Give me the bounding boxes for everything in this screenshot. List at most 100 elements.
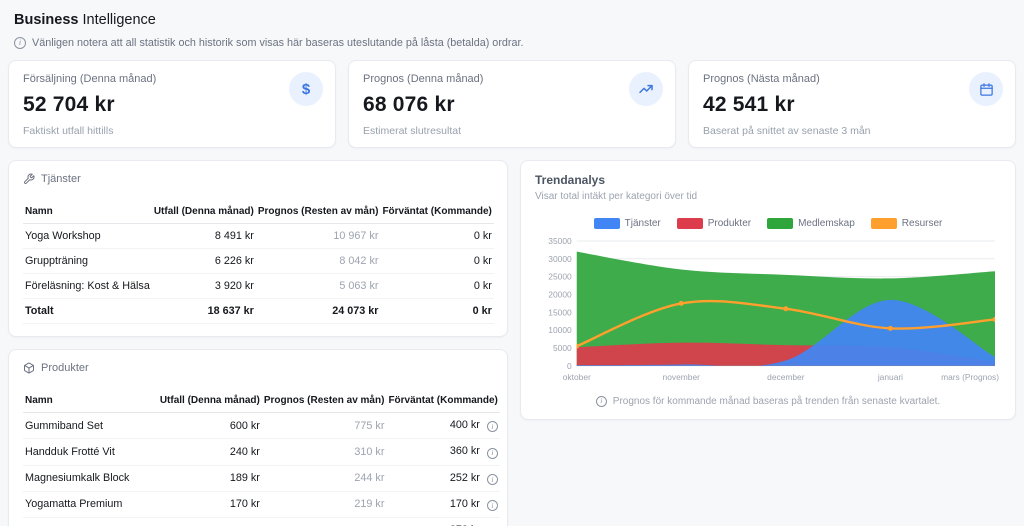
legend-item[interactable]: Tjänster — [593, 218, 661, 229]
kpi-sub: Estimerat slutresultat — [363, 125, 462, 137]
column-header: Prognos (Resten av mån) — [255, 200, 381, 224]
legend-swatch — [593, 218, 620, 229]
svg-text:30000: 30000 — [548, 254, 572, 264]
cell-name: Gummiband Set — [23, 412, 158, 440]
cell-prognos: 24 073 kr — [255, 298, 381, 324]
legend-label: Resurser — [901, 218, 943, 229]
chart-footnote-text: Prognos för kommande månad baseras på tr… — [612, 395, 941, 407]
kpi-sub: Faktiskt utfall hittills — [23, 125, 114, 137]
table-row: Lyftremmar Läder 160 kr 207 kr 373 kr i — [23, 517, 500, 526]
cell-forvantat: 400 kr i — [386, 412, 500, 440]
main-content: Tjänster Namn Utfall (Denna månad) Prognos… — [8, 160, 1016, 526]
svg-text:10000: 10000 — [548, 325, 572, 335]
column-header: Namn — [23, 389, 158, 413]
cell-utfall: 170 kr — [157, 491, 262, 519]
cell-forvantat: 360 kr i — [386, 438, 500, 466]
cell-name: Lyftremmar Läder — [23, 517, 158, 526]
right-column: Trendanalys Visar total intäkt per kateg… — [520, 160, 1016, 420]
kpi-sub: Baserat på snittet av senaste 3 mån — [703, 125, 871, 137]
table-row: Yoga Workshop 8 491 kr 10 967 kr 0 kr — [23, 223, 494, 249]
legend-label: Medlemskap — [798, 218, 855, 229]
products-card-header: Produkter — [23, 362, 493, 374]
cell-utfall: 189 kr — [157, 465, 262, 492]
cell-name: Föreläsning: Kost & Hälsa — [23, 273, 152, 299]
legend-item[interactable]: Produkter — [676, 218, 752, 229]
services-table-header-row: Namn Utfall (Denna månad) Prognos (Resten … — [23, 200, 494, 224]
svg-text:25000: 25000 — [548, 272, 572, 282]
info-icon: i — [595, 395, 607, 407]
cell-prognos: 775 kr — [261, 412, 387, 440]
page-title: Business Intelligence — [14, 12, 1010, 28]
trend-up-icon — [629, 72, 663, 106]
cell-name: Yoga Workshop — [23, 223, 152, 249]
cell-forvantat: 0 kr — [380, 273, 494, 299]
cell-forvantat: 0 kr — [380, 298, 494, 324]
svg-text:januari: januari — [877, 372, 903, 382]
services-table-body: Yoga Workshop 8 491 kr 10 967 kr 0 kr Gr… — [23, 223, 494, 324]
cell-prognos: 310 kr — [261, 438, 387, 466]
services-card-header: Tjänster — [23, 173, 493, 185]
trend-chart-svg: 0 5000 10000 15000 20000 25000 30000 35000 oktob… — [548, 236, 999, 382]
cell-name: Totalt — [23, 298, 152, 324]
kpi-card-forecast-current: Prognos (Denna månad) 68 076 kr Estimera… — [348, 60, 676, 148]
products-table-body: Gummiband Set 600 kr 775 kr 400 kr i Han… — [23, 412, 500, 526]
svg-text:35000: 35000 — [548, 236, 572, 246]
cell-prognos: 219 kr — [261, 491, 387, 519]
kpi-value: 52 704 kr — [23, 93, 115, 116]
services-card-title: Tjänster — [41, 173, 81, 185]
calendar-icon — [969, 72, 1003, 106]
cell-utfall: 600 kr — [157, 412, 262, 440]
services-table: Namn Utfall (Denna månad) Prognos (Resten … — [23, 200, 494, 324]
legend-item[interactable]: Medlemskap — [767, 218, 855, 229]
cell-utfall: 8 491 kr — [151, 223, 256, 249]
notice-banner: i Vänligen notera att all statistik och … — [14, 37, 1010, 49]
info-icon[interactable]: i — [486, 421, 498, 433]
cell-name: Gruppträning — [23, 248, 152, 274]
cell-name: Handduk Frotté Vit — [23, 438, 158, 466]
svg-text:november: november — [663, 372, 701, 382]
legend-swatch — [767, 218, 794, 229]
page-title-bold: Business — [14, 12, 79, 28]
cell-forvantat: 373 kr i — [386, 517, 500, 526]
table-row: Gruppträning 6 226 kr 8 042 kr 0 kr — [23, 248, 494, 274]
column-header: Utfall (Denna månad) — [157, 389, 262, 413]
cell-forvantat: 0 kr — [380, 248, 494, 274]
kpi-value: 68 076 kr — [363, 93, 455, 116]
legend-label: Tjänster — [624, 218, 661, 229]
legend-label: Produkter — [707, 218, 752, 229]
page-header: Business Intelligence i Vänligen notera … — [8, 8, 1016, 49]
column-header: Förväntat (Kommande) — [380, 200, 494, 224]
table-row: Handduk Frotté Vit 240 kr 310 kr 360 kr … — [23, 438, 500, 466]
cell-prognos: 207 kr — [261, 517, 387, 526]
trend-card-subtitle: Visar total intäkt per kategori över tid — [535, 191, 698, 202]
cell-prognos: 10 967 kr — [255, 223, 381, 249]
cell-utfall: 160 kr — [157, 517, 262, 526]
svg-text:5000: 5000 — [553, 343, 572, 353]
chart-legend: Tjänster Produkter Medlemskap Resurser — [535, 218, 1001, 229]
svg-text:20000: 20000 — [548, 289, 572, 299]
package-icon — [24, 362, 34, 374]
cell-utfall: 3 920 kr — [151, 273, 256, 299]
cell-utfall: 240 kr — [157, 438, 262, 466]
info-icon[interactable]: i — [486, 500, 498, 511]
info-icon[interactable]: i — [486, 473, 498, 485]
cell-name: Yogamatta Premium — [23, 491, 158, 519]
dollar-icon: $ — [289, 72, 323, 106]
services-card: Tjänster Namn Utfall (Denna månad) Prognos… — [8, 160, 508, 337]
svg-text:december: december — [767, 372, 805, 382]
trend-card-title: Trendanalys — [535, 173, 606, 187]
kpi-label: Prognos (Denna månad) — [363, 73, 484, 85]
legend-item[interactable]: Resurser — [870, 218, 943, 229]
page-title-regular: Intelligence — [82, 12, 156, 28]
kpi-label: Prognos (Nästa månad) — [703, 73, 820, 85]
trend-chart: 0 5000 10000 15000 20000 25000 30000 35000 oktob… — [535, 235, 1001, 384]
table-row: Föreläsning: Kost & Hälsa 3 920 kr 5 063… — [23, 273, 494, 299]
column-header: Utfall (Denna månad) — [151, 200, 256, 224]
chart-footnote: i Prognos för kommande månad baseras på … — [535, 395, 1001, 407]
info-icon[interactable]: i — [486, 447, 498, 459]
trend-card: Trendanalys Visar total intäkt per kateg… — [520, 160, 1016, 420]
products-card: Produkter Namn Utfall (Denna månad) Progno… — [8, 349, 508, 526]
column-header: Förväntat (Kommande) — [386, 389, 500, 413]
kpi-label: Försäljning (Denna månad) — [23, 73, 157, 85]
table-row: Gummiband Set 600 kr 775 kr 400 kr i — [23, 412, 500, 440]
